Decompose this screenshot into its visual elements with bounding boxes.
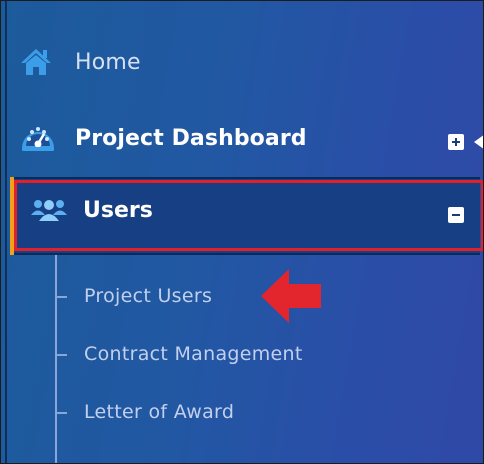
dashboard-gauge-icon: [19, 121, 57, 155]
sidebar-panel: Home Project Dashboard Users Project Use…: [0, 0, 484, 464]
pointer-arrow-icon: [259, 267, 325, 329]
nav-item-home-label: Home: [75, 49, 141, 75]
submenu-item-project-users[interactable]: Project Users: [84, 285, 212, 307]
expand-plus-icon[interactable]: [448, 134, 464, 150]
nav-item-project-dashboard-label: Project Dashboard: [75, 125, 307, 151]
nav-item-users[interactable]: Users: [29, 197, 153, 223]
collapse-arrow-icon[interactable]: [474, 134, 483, 150]
submenu-item-contract-management[interactable]: Contract Management: [84, 343, 303, 365]
nav-item-project-dashboard[interactable]: Project Dashboard: [19, 121, 307, 155]
nav-item-home[interactable]: Home: [19, 47, 141, 77]
users-group-icon: [29, 197, 69, 223]
sidebar-edge: [5, 1, 7, 463]
submenu-tree-line: [55, 255, 57, 463]
submenu-tick: [55, 412, 67, 414]
collapse-minus-icon[interactable]: [448, 207, 464, 223]
nav-item-users-label: Users: [83, 197, 153, 223]
submenu-tick: [55, 354, 67, 356]
home-icon: [19, 47, 53, 77]
submenu-tick: [55, 296, 67, 298]
submenu-item-letter-of-award[interactable]: Letter of Award: [84, 401, 234, 423]
